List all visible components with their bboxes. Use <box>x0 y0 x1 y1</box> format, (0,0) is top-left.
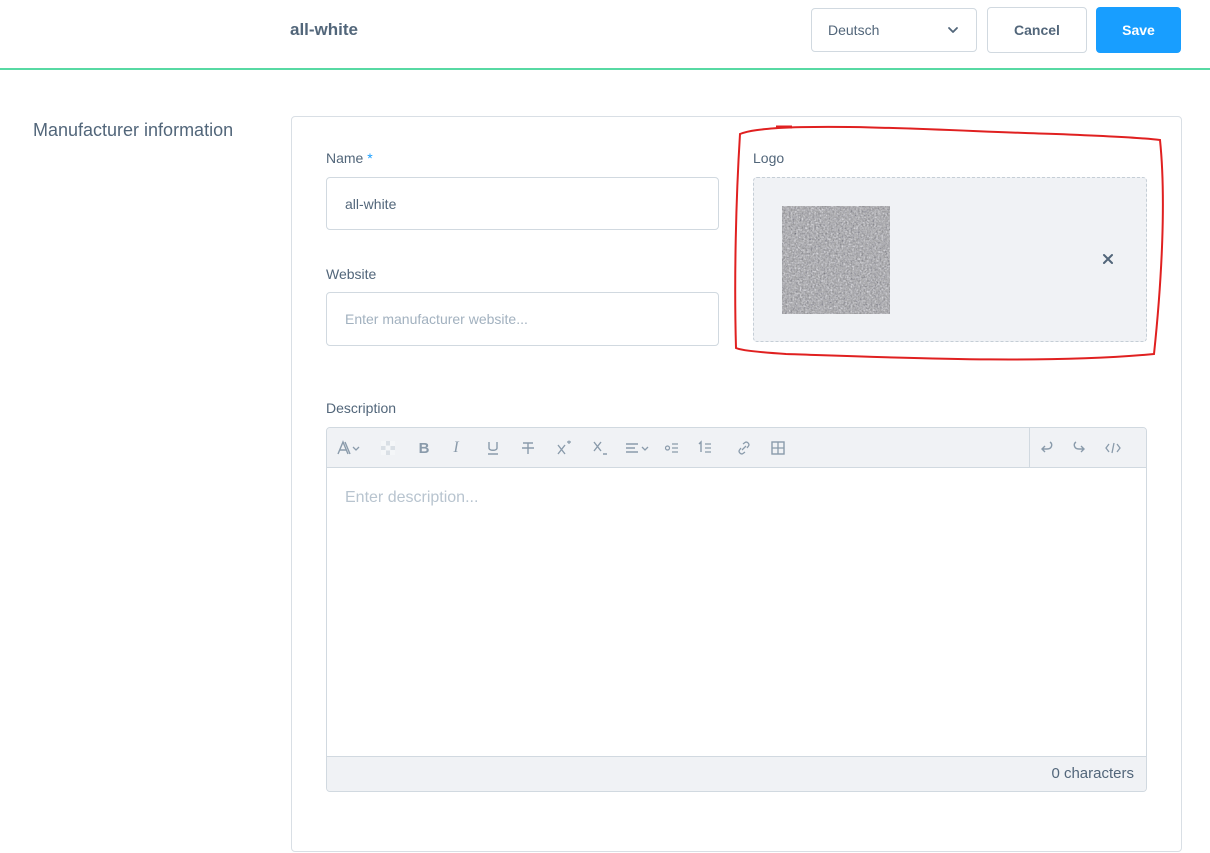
character-count: 0 characters <box>1051 765 1134 782</box>
name-input[interactable]: all-white <box>326 177 719 230</box>
editor-toolbar: B I <box>327 428 1146 468</box>
top-bar: all-white Deutsch Cancel Save <box>0 0 1210 70</box>
description-editor: B I Enter description... 0 characters <box>326 427 1147 792</box>
text-color-icon[interactable] <box>377 438 399 458</box>
name-label-text: Name <box>326 150 364 166</box>
link-icon[interactable] <box>733 438 755 458</box>
code-view-icon[interactable] <box>1101 438 1125 458</box>
chevron-down-icon <box>948 27 958 33</box>
table-icon[interactable] <box>767 438 789 458</box>
language-select[interactable]: Deutsch <box>811 8 977 52</box>
required-marker: * <box>367 150 373 166</box>
website-label: Website <box>326 266 377 282</box>
description-placeholder[interactable]: Enter description... <box>345 489 478 507</box>
save-button[interactable]: Save <box>1096 7 1181 53</box>
description-label: Description <box>326 400 397 416</box>
logo-label: Logo <box>753 150 785 166</box>
editor-footer: 0 characters <box>327 756 1146 791</box>
align-icon[interactable] <box>623 438 653 458</box>
superscript-icon[interactable] <box>553 438 575 458</box>
website-input[interactable]: Enter manufacturer website... <box>326 292 719 346</box>
bold-icon[interactable]: B <box>413 438 435 458</box>
page-title: all-white <box>290 20 359 39</box>
subscript-icon[interactable] <box>589 438 611 458</box>
underline-icon[interactable] <box>482 438 504 458</box>
logo-upload-area[interactable] <box>753 177 1147 342</box>
bullet-list-icon[interactable] <box>661 438 683 458</box>
undo-icon[interactable] <box>1035 438 1057 458</box>
cancel-button[interactable]: Cancel <box>987 7 1087 53</box>
toolbar-divider <box>1029 428 1030 468</box>
remove-logo-icon[interactable] <box>1100 251 1116 267</box>
strikethrough-icon[interactable] <box>517 438 539 458</box>
text-style-icon[interactable] <box>335 438 363 458</box>
logo-image <box>782 206 890 314</box>
italic-icon[interactable]: I <box>445 438 467 458</box>
redo-icon[interactable] <box>1069 438 1091 458</box>
language-select-value: Deutsch <box>828 22 880 38</box>
name-label: Name * <box>326 150 373 166</box>
section-title: Manufacturer information <box>33 120 234 140</box>
numbered-list-icon[interactable] <box>694 438 716 458</box>
